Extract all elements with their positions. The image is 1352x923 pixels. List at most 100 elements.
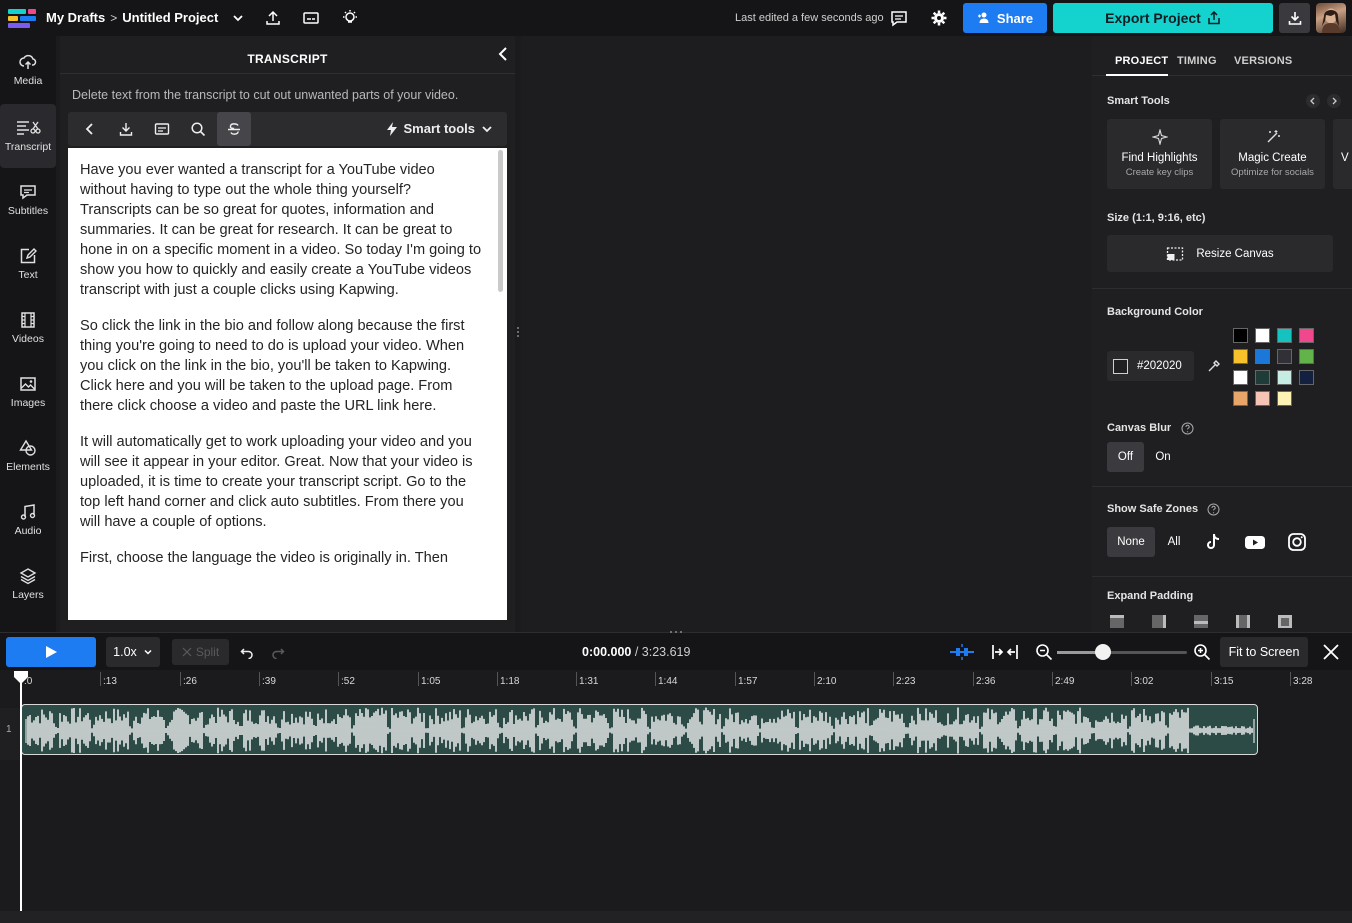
captions-button[interactable] xyxy=(145,112,179,146)
close-icon[interactable] xyxy=(1322,643,1340,661)
playback-speed-select[interactable]: 1.0x xyxy=(106,637,160,667)
redo-icon[interactable] xyxy=(271,645,285,659)
timeline[interactable]: :0:13:26:39:52 1:05 1:18 1:31 1:44 1:57 2:10 2:… xyxy=(0,670,1352,923)
color-swatch[interactable] xyxy=(1255,328,1270,343)
fit-width-icon[interactable] xyxy=(991,643,1019,661)
undo-icon[interactable] xyxy=(240,645,254,659)
split-button[interactable]: Split xyxy=(172,639,229,665)
play-button[interactable] xyxy=(6,637,96,667)
export-project-button[interactable]: Export Project xyxy=(1053,3,1273,33)
padding-top-icon[interactable] xyxy=(1109,614,1125,628)
color-swatch[interactable] xyxy=(1255,349,1270,364)
video-canvas[interactable] xyxy=(521,36,1092,632)
left-sidebar: Media Transcript Subtitles Text Videos I… xyxy=(0,36,56,632)
upload-icon[interactable] xyxy=(264,9,282,27)
comments-icon[interactable] xyxy=(890,9,908,27)
share-button[interactable]: Share xyxy=(963,3,1047,33)
resize-canvas-button[interactable]: Resize Canvas xyxy=(1107,235,1333,272)
tiktok-icon[interactable] xyxy=(1203,532,1223,552)
color-swatch[interactable] xyxy=(1255,370,1270,385)
sidebar-item-images[interactable]: Images xyxy=(0,360,56,424)
color-swatch[interactable] xyxy=(1299,370,1314,385)
magic-create-card[interactable]: Magic Create Optimize for socials xyxy=(1220,119,1325,189)
fit-to-screen-button[interactable]: Fit to Screen xyxy=(1220,637,1308,667)
tab-project[interactable]: PROJECT xyxy=(1115,55,1168,67)
snap-magnet-icon[interactable] xyxy=(948,642,976,662)
lightbulb-icon[interactable] xyxy=(341,9,359,27)
zoom-slider-knob[interactable] xyxy=(1095,644,1111,660)
tab-versions[interactable]: VERSIONS xyxy=(1234,55,1292,67)
background-color-input[interactable]: #202020 xyxy=(1107,351,1194,381)
sidebar-item-videos[interactable]: Videos xyxy=(0,296,56,360)
avatar[interactable] xyxy=(1316,3,1346,33)
sidebar-item-label: Subtitles xyxy=(7,205,49,217)
audio-clip[interactable] xyxy=(21,704,1258,755)
more-tools-card[interactable]: V xyxy=(1333,119,1352,189)
breadcrumb-my-drafts[interactable]: My Drafts xyxy=(46,10,105,25)
help-icon[interactable] xyxy=(1207,503,1220,516)
smart-tools-next-button[interactable] xyxy=(1327,94,1341,108)
color-swatch[interactable] xyxy=(1299,328,1314,343)
sidebar-item-transcript[interactable]: Transcript xyxy=(0,104,56,168)
strikethrough-button[interactable] xyxy=(217,112,251,146)
sidebar-item-elements[interactable]: Elements xyxy=(0,424,56,488)
sidebar-item-audio[interactable]: Audio xyxy=(0,488,56,552)
captions-icon[interactable] xyxy=(302,9,320,27)
color-swatch[interactable] xyxy=(1233,328,1248,343)
smart-tools-prev-button[interactable] xyxy=(1306,94,1320,108)
sidebar-item-layers[interactable]: Layers xyxy=(0,552,56,616)
gear-icon[interactable] xyxy=(930,9,948,27)
padding-sides-icon[interactable] xyxy=(1151,614,1167,628)
help-icon[interactable] xyxy=(1181,422,1194,435)
color-swatch[interactable] xyxy=(1233,370,1248,385)
youtube-icon[interactable] xyxy=(1244,532,1266,552)
safe-zone-all-button[interactable]: All xyxy=(1159,527,1189,557)
search-button[interactable] xyxy=(181,112,215,146)
collapse-panel-icon[interactable] xyxy=(496,46,510,62)
tab-timing[interactable]: TIMING xyxy=(1177,55,1217,67)
back-button[interactable] xyxy=(73,112,107,146)
blur-off-button[interactable]: Off xyxy=(1107,442,1144,472)
color-swatch[interactable] xyxy=(1299,349,1314,364)
panel-drag-handle-icon[interactable] xyxy=(669,629,683,635)
padding-bottom-icon[interactable] xyxy=(1193,614,1209,628)
zoom-out-icon[interactable] xyxy=(1035,643,1053,661)
project-name[interactable]: Untitled Project xyxy=(122,10,218,25)
color-swatch[interactable] xyxy=(1277,391,1292,406)
download-button[interactable] xyxy=(1279,3,1310,33)
timeline-scrollbar[interactable] xyxy=(0,911,1352,923)
padding-all-icon[interactable] xyxy=(1277,614,1293,628)
color-swatch[interactable] xyxy=(1277,370,1292,385)
zoom-slider-track[interactable] xyxy=(1057,651,1187,654)
color-swatch[interactable] xyxy=(1277,328,1292,343)
sidebar-item-subtitles[interactable]: Subtitles xyxy=(0,168,56,232)
time-ruler[interactable]: :0:13:26:39:52 1:05 1:18 1:31 1:44 1:57 2:10 2:… xyxy=(0,670,1352,690)
transcript-text-area[interactable]: Have you ever wanted a transcript for a … xyxy=(68,148,507,620)
transcript-paragraph[interactable]: First, choose the language the video is … xyxy=(80,548,485,568)
sidebar-item-media[interactable]: Media xyxy=(0,38,56,102)
color-swatch[interactable] xyxy=(1255,391,1270,406)
padding-left-icon[interactable] xyxy=(1235,614,1251,628)
eyedropper-icon[interactable] xyxy=(1207,359,1221,373)
resize-handle-icon[interactable] xyxy=(516,326,520,338)
transcript-paragraph[interactable]: So click the link in the bio and follow … xyxy=(80,316,485,416)
safe-zone-none-button[interactable]: None xyxy=(1107,527,1155,557)
transcript-paragraph[interactable]: It will automatically get to work upload… xyxy=(80,432,485,532)
blur-on-button[interactable]: On xyxy=(1148,442,1178,472)
color-swatch[interactable] xyxy=(1233,349,1248,364)
zoom-in-icon[interactable] xyxy=(1193,643,1211,661)
playhead[interactable] xyxy=(20,678,22,923)
playhead-handle-icon[interactable] xyxy=(13,670,29,684)
instagram-icon[interactable] xyxy=(1287,532,1307,552)
transcript-paragraph[interactable]: Have you ever wanted a transcript for a … xyxy=(80,160,485,300)
sidebar-item-text[interactable]: Text xyxy=(0,232,56,296)
background-color-heading: Background Color xyxy=(1107,306,1203,318)
download-transcript-button[interactable] xyxy=(109,112,143,146)
find-highlights-card[interactable]: Find Highlights Create key clips xyxy=(1107,119,1212,189)
color-swatch[interactable] xyxy=(1233,391,1248,406)
smart-tools-dropdown[interactable]: Smart tools xyxy=(387,121,493,136)
transcript-scrollbar[interactable] xyxy=(498,150,503,292)
color-swatch[interactable] xyxy=(1277,349,1292,364)
kapwing-logo-icon[interactable] xyxy=(8,7,36,29)
chevron-down-icon[interactable] xyxy=(231,11,245,25)
